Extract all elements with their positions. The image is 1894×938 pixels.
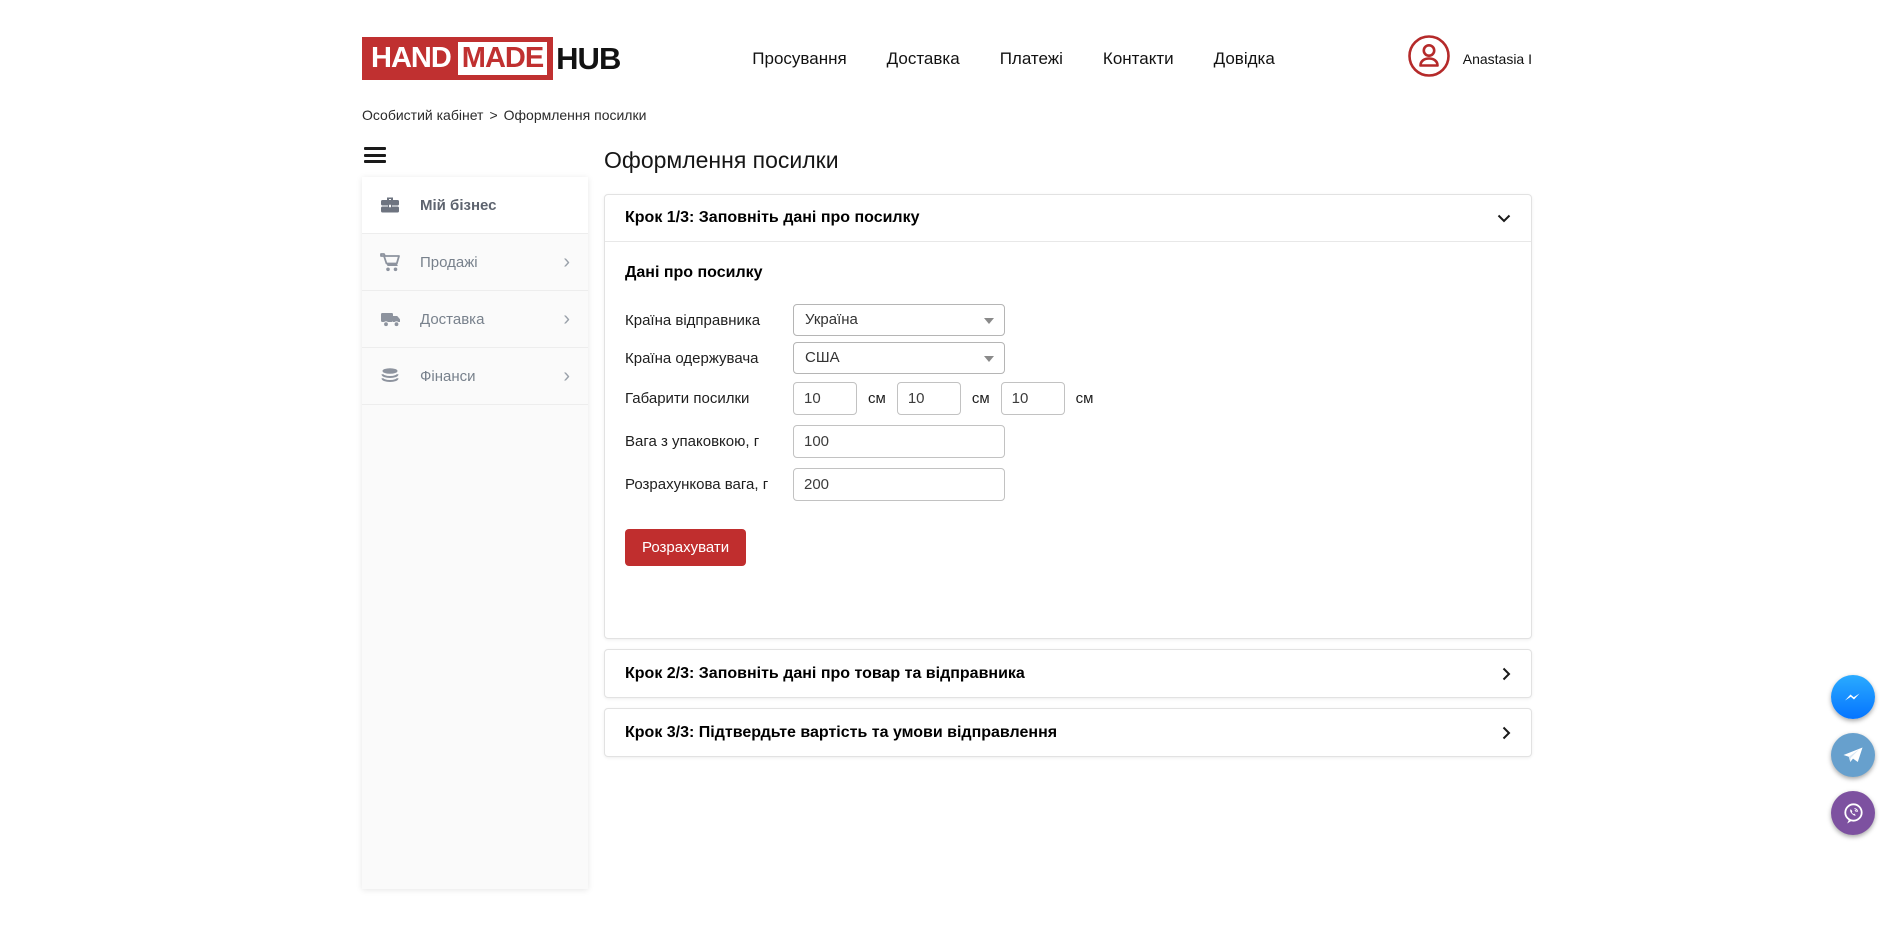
sidebar-item-finance[interactable]: Фінанси › [362, 348, 588, 405]
unit-cm: см [868, 390, 886, 407]
accordion-step2: Крок 2/3: Заповніть дані про товар та ві… [604, 649, 1532, 698]
recipient-country-label: Країна одержувача [625, 350, 793, 367]
chevron-right-icon: › [563, 366, 570, 386]
user-name: Anastasia I [1463, 51, 1532, 67]
weight-input[interactable] [793, 425, 1005, 458]
main-content: Оформлення посилки Крок 1/3: Заповніть д… [604, 143, 1532, 757]
logo-hub-text: HUB [556, 41, 620, 77]
parcel-form: Дані про посилку Країна відправника Укра… [605, 242, 1531, 638]
sidebar-item-my-business[interactable]: Мій бізнес [362, 177, 588, 234]
accordion-step1: Крок 1/3: Заповніть дані про посилку Дан… [604, 194, 1532, 639]
cart-icon [380, 253, 404, 272]
chevron-right-icon: › [563, 309, 570, 329]
accordion-step1-header[interactable]: Крок 1/3: Заповніть дані про посилку [605, 195, 1531, 242]
briefcase-icon [380, 196, 404, 214]
nav-item-contacts[interactable]: Контакти [1103, 49, 1174, 69]
nav-item-promotion[interactable]: Просування [752, 49, 846, 69]
logo-hand-text: HAND [368, 42, 454, 75]
sidebar: Мій бізнес Продажі › [362, 143, 588, 889]
logo-made-text: MADE [458, 42, 547, 75]
sidebar-item-label: Доставка [420, 311, 563, 328]
accordion-step3-header[interactable]: Крок 3/3: Підтвердьте вартість та умови … [605, 708, 1531, 757]
nav-item-help[interactable]: Довідка [1214, 49, 1275, 69]
accordion-step2-header[interactable]: Крок 2/3: Заповніть дані про товар та ві… [605, 649, 1531, 698]
sidebar-item-sales[interactable]: Продажі › [362, 234, 588, 291]
truck-icon [380, 311, 404, 328]
step1-title: Крок 1/3: Заповніть дані про посилку [625, 209, 920, 227]
step3-title: Крок 3/3: Підтвердьте вартість та умови … [625, 724, 1057, 742]
sender-country-select[interactable]: Україна [793, 304, 1005, 336]
dimension-width-input[interactable] [897, 382, 961, 415]
weight-label: Вага з упаковкою, г [625, 433, 793, 450]
page-title: Оформлення посилки [604, 147, 1532, 174]
telegram-icon[interactable] [1831, 733, 1875, 777]
calculate-button[interactable]: Розрахувати [625, 529, 746, 566]
chevron-right-icon: › [563, 252, 570, 272]
chevron-right-icon [1502, 667, 1511, 681]
sidebar-item-label: Мій бізнес [420, 197, 570, 214]
calc-weight-input[interactable] [793, 468, 1005, 501]
form-section-title: Дані про посилку [625, 264, 1511, 282]
user-avatar-icon [1407, 34, 1451, 83]
recipient-country-select[interactable]: США [793, 342, 1005, 374]
dimension-length-input[interactable] [793, 382, 857, 415]
chevron-down-icon [1497, 214, 1511, 223]
header: HANDMADEHUB Просування Доставка Платежі … [362, 34, 1532, 83]
accordion-step3: Крок 3/3: Підтвердьте вартість та умови … [604, 708, 1532, 757]
breadcrumb-personal-cabinet[interactable]: Особистий кабінет [362, 107, 483, 123]
user-account-button[interactable]: Anastasia I [1407, 34, 1532, 83]
logo-red-box: HANDMADE [362, 37, 553, 80]
breadcrumb-parcel-checkout[interactable]: Оформлення посилки [504, 107, 647, 123]
calc-weight-label: Розрахункова вага, г [625, 476, 793, 493]
viber-icon[interactable] [1831, 791, 1875, 835]
unit-cm: см [972, 390, 990, 407]
hamburger-menu-icon[interactable] [364, 147, 386, 163]
dimensions-label: Габарити посилки [625, 390, 793, 407]
dimension-height-input[interactable] [1001, 382, 1065, 415]
handmade-hub-logo[interactable]: HANDMADEHUB [362, 37, 620, 80]
unit-cm: см [1076, 390, 1094, 407]
coins-icon [380, 367, 404, 385]
sidebar-panel: Мій бізнес Продажі › [362, 177, 588, 889]
breadcrumb: Особистий кабінет > Оформлення посилки [362, 107, 1532, 123]
breadcrumb-separator: > [489, 107, 497, 123]
sender-country-label: Країна відправника [625, 312, 793, 329]
step2-title: Крок 2/3: Заповніть дані про товар та ві… [625, 665, 1025, 683]
nav-item-payments[interactable]: Платежі [1000, 49, 1063, 69]
main-nav: Просування Доставка Платежі Контакти Дов… [620, 49, 1406, 69]
sidebar-item-delivery[interactable]: Доставка › [362, 291, 588, 348]
nav-item-delivery[interactable]: Доставка [887, 49, 960, 69]
messenger-icon[interactable] [1831, 675, 1875, 719]
chevron-right-icon [1502, 726, 1511, 740]
sidebar-item-label: Фінанси [420, 368, 563, 385]
sidebar-item-label: Продажі [420, 254, 563, 271]
social-widgets [1831, 675, 1875, 835]
